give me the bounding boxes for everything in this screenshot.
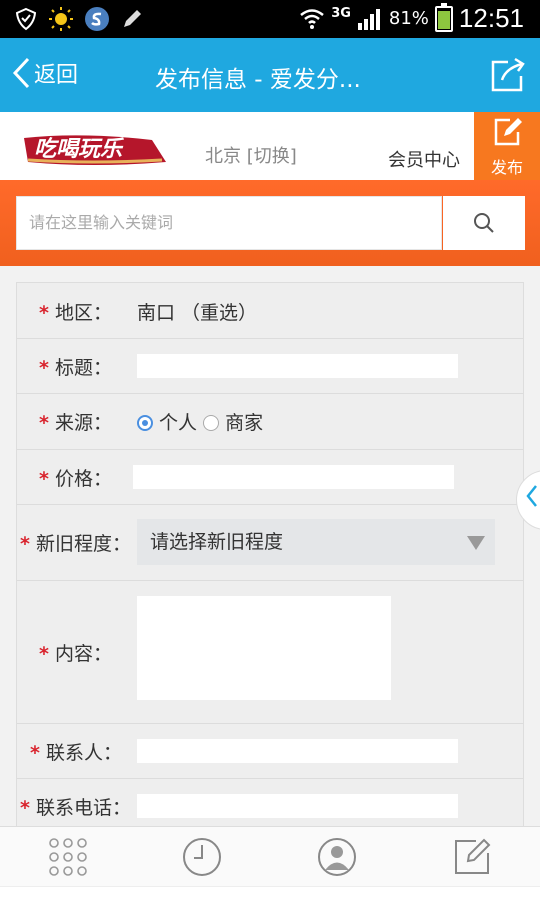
status-right: 3G 81% 12:51: [299, 2, 524, 34]
wifi-icon: [300, 8, 324, 29]
status-bar: 3G 81% 12:51: [0, 0, 540, 38]
condition-select-value: 请选择新旧程度: [150, 531, 284, 553]
source-label: * 来源：: [39, 412, 112, 434]
compose-button[interactable]: [454, 837, 492, 879]
search-input[interactable]: 请在这里输入关键词: [16, 196, 442, 250]
contact-row: * 联系人：: [17, 724, 523, 779]
title-input[interactable]: [137, 354, 458, 378]
content-row: * 内容：: [17, 581, 523, 724]
grid-icon: [49, 838, 87, 876]
source-row: * 来源： 个人 商家: [17, 394, 523, 450]
condition-label: * 新旧程度：: [20, 533, 131, 555]
content-textarea[interactable]: [137, 596, 391, 700]
bottom-nav: [0, 826, 540, 886]
clock-icon: [183, 838, 221, 876]
share-button[interactable]: [488, 56, 528, 98]
site-logo[interactable]: 吃喝玩乐: [22, 130, 167, 168]
browser-icon: [85, 7, 109, 31]
source-options: 个人 商家: [137, 408, 263, 435]
phone-row: * 联系电话：: [17, 779, 523, 831]
battery-icon: [434, 2, 453, 32]
source-merchant-label[interactable]: 商家: [225, 412, 263, 434]
network-type: 3G: [331, 6, 351, 21]
user-button[interactable]: [317, 837, 357, 881]
publish-form: * 地区： 南口 （重选） * 标题： * 来源： 个人 商家 * 价格： * …: [16, 282, 524, 832]
region-value[interactable]: 南口 （重选）: [137, 298, 257, 325]
clock-time: 12:51: [458, 3, 524, 33]
condition-select[interactable]: 请选择新旧程度: [137, 519, 495, 565]
site-header: 吃喝玩乐 北京 [切换] 会员中心 发布: [0, 112, 540, 180]
contact-input[interactable]: [137, 739, 458, 763]
chevron-left-icon: [12, 57, 30, 89]
content-label: * 内容：: [39, 643, 112, 665]
title-label: * 标题：: [39, 357, 112, 379]
search-button[interactable]: [443, 196, 525, 250]
page-title: 发布信息 - 爱发分...: [155, 67, 361, 93]
pen-icon: [124, 10, 141, 27]
region-label: * 地区：: [39, 302, 112, 324]
signal-icon: [357, 8, 380, 30]
phone-label: * 联系电话：: [20, 797, 131, 819]
publish-button[interactable]: 发布: [474, 112, 540, 180]
city-switcher[interactable]: 北京 [切换]: [205, 142, 297, 168]
edit-icon: [455, 838, 491, 874]
contact-label: * 联系人：: [30, 742, 122, 764]
back-button[interactable]: 返回: [10, 56, 78, 90]
dropdown-arrow-icon: [467, 536, 485, 550]
menu-grid-button[interactable]: [48, 837, 88, 881]
publish-label: 发布: [490, 158, 523, 177]
user-icon: [318, 838, 356, 876]
edit-icon: [494, 118, 522, 146]
member-center-link[interactable]: 会员中心: [388, 146, 460, 172]
share-icon: [491, 57, 525, 92]
svg-text:吃喝玩乐: 吃喝玩乐: [34, 137, 124, 162]
bottom-strip: [0, 886, 540, 908]
source-merchant-radio[interactable]: [203, 415, 220, 431]
price-row: * 价格：: [17, 450, 523, 505]
chevron-left-icon: [526, 485, 537, 507]
source-personal-label[interactable]: 个人: [159, 412, 197, 434]
source-personal-radio[interactable]: [137, 415, 153, 431]
sun-icon: [49, 7, 73, 31]
status-left-icons: [14, 6, 144, 32]
back-label: 返回: [34, 63, 79, 88]
region-row: * 地区： 南口 （重选）: [17, 283, 523, 339]
phone-input[interactable]: [137, 794, 458, 818]
app-bar: 返回 发布信息 - 爱发分...: [0, 38, 540, 112]
search-bar: 请在这里输入关键词: [0, 180, 540, 266]
shield-icon: [15, 7, 37, 31]
condition-row: * 新旧程度： 请选择新旧程度: [17, 505, 523, 581]
history-button[interactable]: [182, 837, 222, 881]
battery-percent: 81%: [388, 8, 429, 29]
price-input[interactable]: [133, 465, 454, 489]
price-label: * 价格：: [39, 468, 112, 490]
title-row: * 标题：: [17, 339, 523, 394]
search-icon: [474, 213, 494, 233]
